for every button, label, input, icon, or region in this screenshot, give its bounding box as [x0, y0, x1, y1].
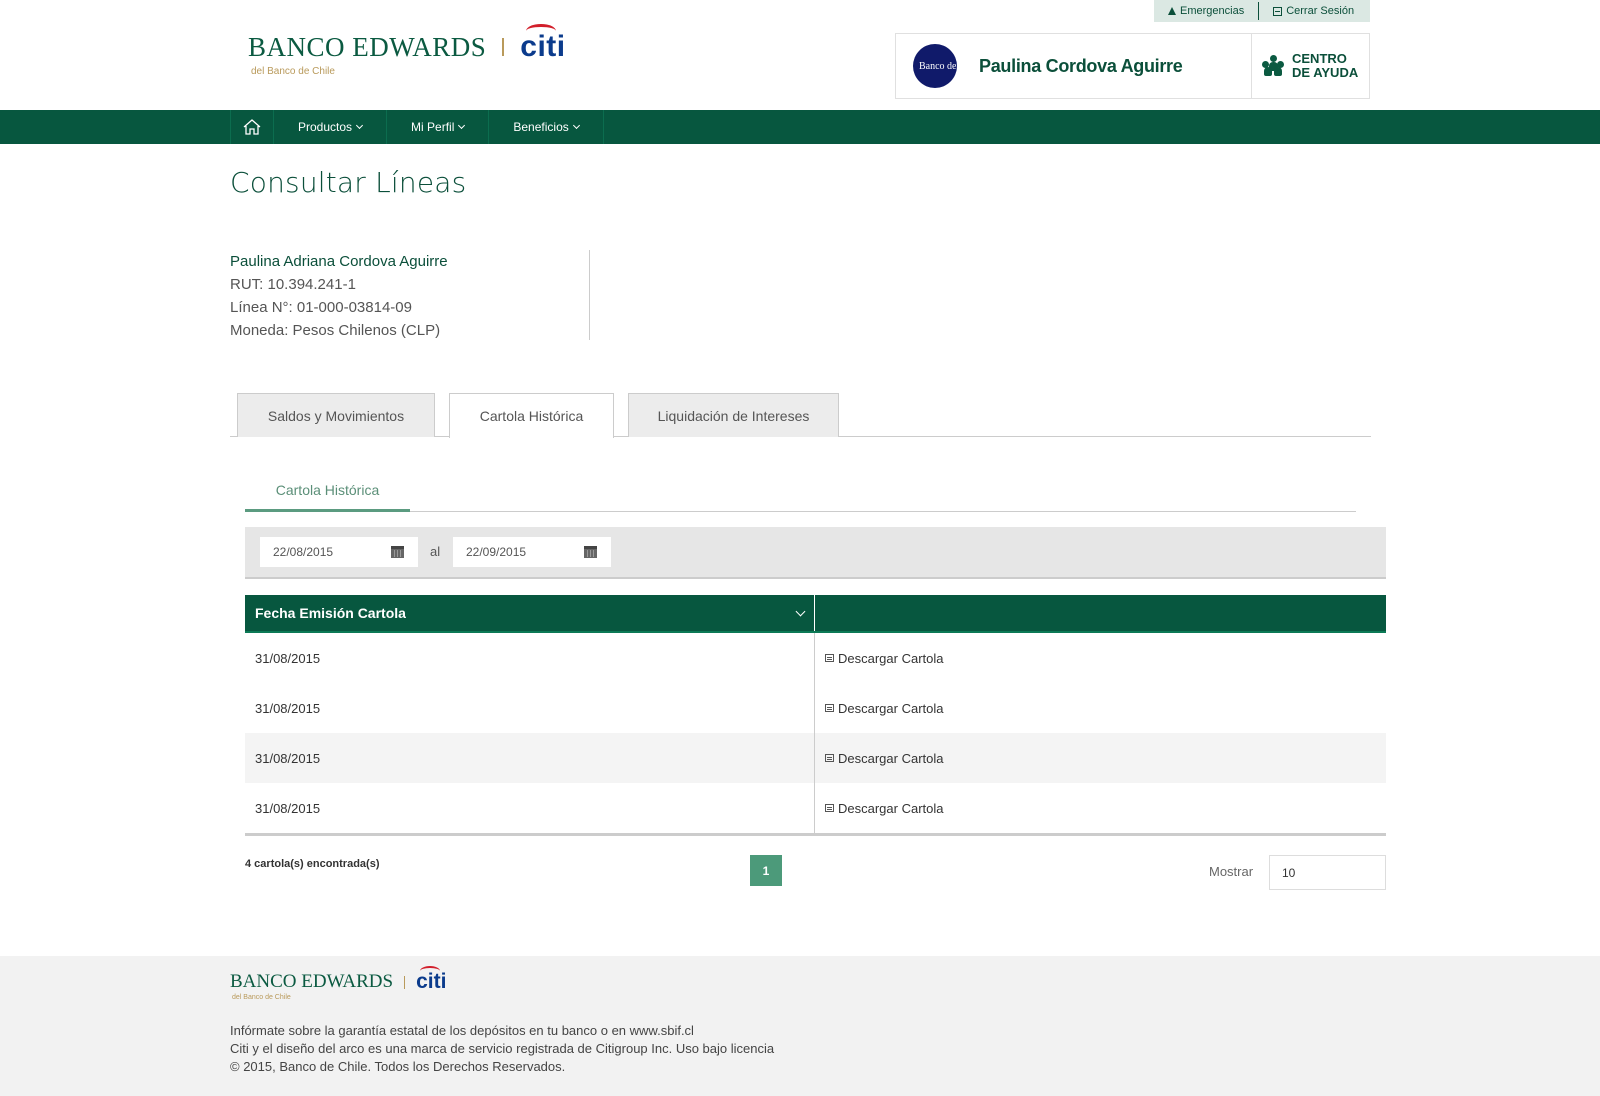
- download-cartola-link[interactable]: Descargar Cartola: [825, 701, 944, 716]
- cerrar-sesion-label: Cerrar Sesión: [1286, 5, 1355, 17]
- footer-brand-name: BANCO EDWARDS: [230, 971, 394, 992]
- tab-cartola-historica[interactable]: Cartola Histórica: [449, 393, 614, 438]
- tabs: Saldos y Movimientos Cartola Histórica L…: [230, 393, 1371, 438]
- nav-mi-perfil[interactable]: Mi Perfil: [386, 110, 488, 144]
- citi-logo: citi: [520, 24, 565, 64]
- mostrar-label: Mostrar: [1209, 864, 1254, 879]
- user-name[interactable]: Paulina Cordova Aguirre: [979, 56, 1251, 77]
- page-button-current[interactable]: 1: [750, 855, 782, 886]
- home-button[interactable]: [230, 110, 273, 144]
- footer-brand-sub: del Banco de Chile: [232, 994, 291, 1001]
- nav-productos[interactable]: Productos: [273, 110, 386, 144]
- download-cartola-link[interactable]: Descargar Cartola: [825, 751, 944, 766]
- banco-edwards-logo[interactable]: BANCO EDWARDS citi del Banco de Chile: [248, 24, 566, 77]
- account-info: Paulina Adriana Cordova Aguirre RUT: 10.…: [230, 250, 590, 340]
- footer-line-citi: Citi y el diseño del arco es una marca d…: [230, 1041, 775, 1056]
- help-center-button[interactable]: CENTRO DE AYUDA: [1251, 34, 1369, 98]
- row-date: 31/08/2015: [245, 783, 815, 833]
- row-date: 31/08/2015: [245, 683, 815, 733]
- table-row: 31/08/2015 Descargar Cartola: [245, 783, 1386, 833]
- chevron-down-icon: [355, 121, 364, 129]
- date-filter: 22/08/2015 al 22/09/2015: [245, 527, 1386, 579]
- table-bottom-border: [245, 833, 1386, 836]
- tab-liquidacion-intereses[interactable]: Liquidación de Intereses: [628, 393, 839, 437]
- subtab-cartola-historica[interactable]: Cartola Histórica: [245, 470, 410, 512]
- nav-beneficios[interactable]: Beneficios: [488, 110, 604, 144]
- brand-sub: del Banco de Chile: [251, 66, 335, 77]
- row-date: 31/08/2015: [245, 733, 815, 783]
- emergencias-label: Emergencias: [1180, 5, 1245, 17]
- citi-logo: citi: [416, 966, 446, 994]
- footer-line-garantia: Infórmate sobre la garantía estatal de l…: [230, 1023, 694, 1038]
- help-label-line2: DE AYUDA: [1292, 65, 1359, 80]
- document-icon: [825, 654, 834, 662]
- column-header-fecha[interactable]: Fecha Emisión Cartola: [245, 595, 815, 631]
- date-to-input[interactable]: 22/09/2015: [453, 537, 611, 567]
- table-header: Fecha Emisión Cartola: [245, 595, 1386, 633]
- warning-icon: [1168, 7, 1176, 15]
- calendar-icon[interactable]: [391, 546, 404, 558]
- subtab-bar: Cartola Histórica: [245, 470, 1356, 512]
- chevron-down-icon: [572, 121, 580, 129]
- table-row: 31/08/2015 Descargar Cartola: [245, 633, 1386, 683]
- page-size-input[interactable]: 10: [1269, 855, 1386, 890]
- account-moneda: Moneda: Pesos Chilenos (CLP): [230, 322, 441, 339]
- date-separator: al: [430, 544, 441, 559]
- account-holder-name: Paulina Adriana Cordova Aguirre: [230, 253, 448, 270]
- footer-line-copyright: © 2015, Banco de Chile. Todos los Derech…: [230, 1059, 566, 1074]
- calendar-icon[interactable]: [584, 546, 597, 558]
- table-row: 31/08/2015 Descargar Cartola: [245, 733, 1386, 783]
- top-links: Emergencias Cerrar Sesión: [1154, 0, 1370, 22]
- results-count: 4 cartola(s) encontrada(s): [245, 858, 380, 870]
- cerrar-sesion-link[interactable]: Cerrar Sesión: [1259, 0, 1368, 22]
- user-box: Banco de Chile Paulina Cordova Aguirre C…: [895, 33, 1370, 99]
- account-rut: RUT: 10.394.241-1: [230, 276, 356, 293]
- document-icon: [825, 804, 834, 812]
- column-header-actions: [815, 595, 1386, 631]
- tab-saldos-movimientos[interactable]: Saldos y Movimientos: [237, 393, 435, 437]
- cartolas-table: Fecha Emisión Cartola 31/08/2015 Descarg…: [245, 595, 1386, 836]
- account-linea: Línea N°: 01-000-03814-09: [230, 299, 412, 316]
- footer: BANCO EDWARDS citi del Banco de Chile In…: [0, 956, 1600, 1096]
- home-icon: [243, 119, 261, 135]
- document-icon: [825, 754, 834, 762]
- chevron-down-icon: [458, 121, 466, 129]
- brand-name: BANCO EDWARDS: [248, 31, 487, 62]
- footer-logo: BANCO EDWARDS citi del Banco de Chile: [230, 966, 446, 1001]
- logo-divider: [404, 975, 406, 989]
- emergencias-link[interactable]: Emergencias: [1154, 0, 1258, 22]
- document-icon: [825, 704, 834, 712]
- chevron-down-icon: [795, 606, 806, 616]
- help-label-line1: CENTRO: [1292, 51, 1347, 66]
- date-from-input[interactable]: 22/08/2015: [260, 537, 418, 567]
- page-title: Consultar Líneas: [230, 166, 467, 199]
- main-navbar: Productos Mi Perfil Beneficios: [0, 110, 1600, 144]
- footer-text: Infórmate sobre la garantía estatal de l…: [230, 1022, 774, 1076]
- table-row: 31/08/2015 Descargar Cartola: [245, 683, 1386, 733]
- logout-icon: [1273, 6, 1283, 16]
- logo-divider: [502, 38, 505, 56]
- citi-arc-icon: [526, 24, 557, 38]
- download-cartola-link[interactable]: Descargar Cartola: [825, 801, 944, 816]
- citi-arc-icon: [420, 966, 441, 976]
- download-cartola-link[interactable]: Descargar Cartola: [825, 651, 944, 666]
- avatar[interactable]: Banco de Chile: [913, 44, 957, 88]
- row-date: 31/08/2015: [245, 633, 815, 683]
- people-icon: [1262, 55, 1284, 77]
